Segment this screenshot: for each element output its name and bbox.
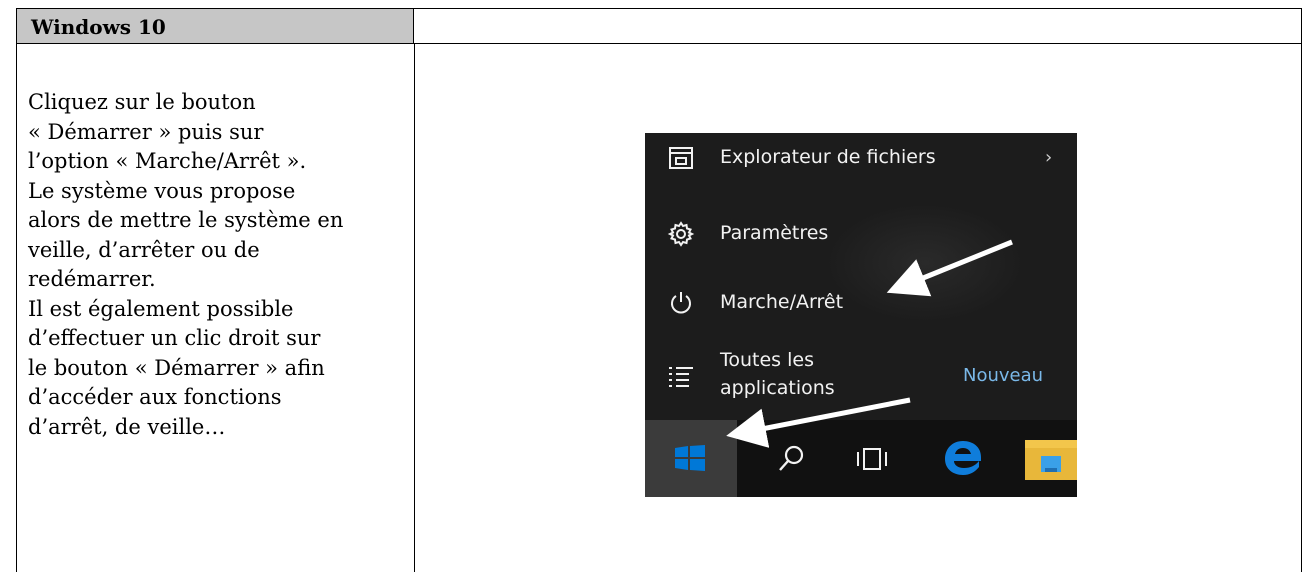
- instruction-line: Le système vous propose: [28, 178, 296, 203]
- power-icon: [671, 292, 691, 314]
- instruction-text: Cliquez sur le bouton « Démarrer » puis …: [28, 88, 408, 442]
- menu-item-settings[interactable]: Paramètres: [645, 209, 1077, 259]
- instruction-line: d’arrêt, de veille…: [28, 414, 226, 439]
- file-explorer-icon: [669, 147, 693, 169]
- windows-start-icon: [675, 445, 705, 471]
- instruction-line: d’effectuer un clic droit sur: [28, 326, 321, 350]
- menu-item-label: Paramètres: [720, 222, 829, 244]
- task-view-button[interactable]: [835, 420, 907, 497]
- menu-item-label-line2: applications: [720, 377, 835, 399]
- instruction-line: « Démarrer » puis sur: [28, 119, 264, 144]
- instruction-line: d’accéder aux fonctions: [28, 385, 282, 409]
- instruction-line: Cliquez sur le bouton: [28, 90, 256, 114]
- menu-item-label: Marche/Arrêt: [720, 291, 844, 313]
- start-menu-screenshot: Explorateur de fichiers › Paramètres Mar…: [645, 133, 1077, 497]
- file-explorer-button[interactable]: [1011, 420, 1077, 497]
- taskbar: [645, 420, 1077, 497]
- header-title: Windows 10: [31, 15, 166, 39]
- instruction-line: alors de mettre le système en: [28, 208, 344, 232]
- search-button[interactable]: [755, 420, 827, 497]
- gear-icon: [667, 221, 695, 247]
- menu-item-power[interactable]: Marche/Arrêt: [645, 278, 1077, 328]
- start-button[interactable]: [645, 420, 737, 497]
- instruction-line: Il est également possible: [28, 296, 294, 321]
- menu-item-label-line1: Toutes les: [720, 349, 814, 371]
- instruction-line: veille, d’arrêter ou de: [28, 237, 260, 262]
- instruction-line: l’option « Marche/Arrêt ».: [28, 149, 307, 173]
- table-left-border: [16, 44, 17, 572]
- instruction-line: redémarrer.: [28, 267, 156, 291]
- folder-icon: [1025, 440, 1077, 480]
- search-icon: [779, 445, 804, 471]
- new-badge: Nouveau: [963, 365, 1044, 386]
- chevron-right-icon[interactable]: ›: [1045, 147, 1052, 168]
- table-header-cell: Windows 10: [16, 8, 414, 44]
- table-right-border: [1301, 44, 1302, 572]
- menu-item-label: Explorateur de fichiers: [720, 146, 936, 168]
- table-header-empty-cell: [414, 8, 1302, 44]
- edge-icon: [945, 441, 981, 475]
- list-icon: [669, 367, 693, 387]
- menu-item-file-explorer[interactable]: Explorateur de fichiers ›: [645, 133, 1077, 183]
- table-column-divider: [414, 44, 415, 572]
- task-view-icon: [857, 448, 887, 470]
- edge-button[interactable]: [925, 420, 997, 497]
- document-table: Windows 10 Cliquez sur le bouton « Démar…: [0, 0, 1313, 572]
- instruction-line: le bouton « Démarrer » afin: [28, 355, 325, 380]
